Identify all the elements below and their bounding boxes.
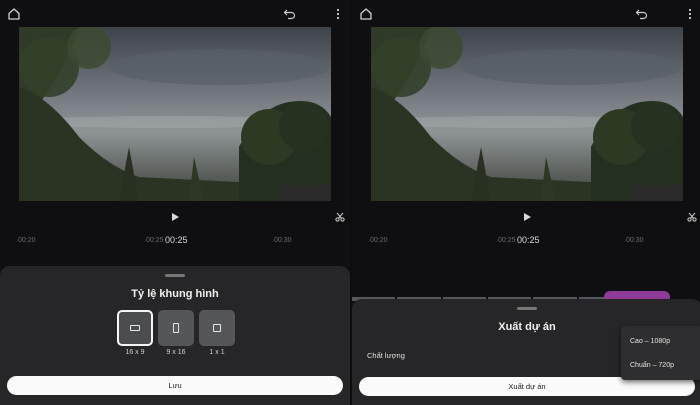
timeline[interactable]: 00:20 00:25 00:25 00:30	[352, 232, 700, 250]
current-time: 00:25	[517, 235, 540, 245]
top-bar	[0, 0, 350, 26]
quality-dropdown-menu: Cao – 1080p Chuẩn – 720p	[621, 326, 700, 380]
timeline-tick: 00:20	[370, 237, 388, 244]
play-icon[interactable]	[520, 210, 534, 224]
timeline[interactable]: 00:20 00:25 00:25 00:30	[0, 232, 350, 250]
home-icon[interactable]	[358, 6, 374, 22]
ratio-label: 9 x 16	[166, 349, 186, 356]
timeline-tick: 00:20	[18, 237, 36, 244]
square-ratio-icon	[213, 324, 221, 332]
quality-label: Chất lượng	[367, 351, 405, 360]
sheet-handle[interactable]	[517, 307, 537, 310]
quality-option-1080p[interactable]: Cao – 1080p	[630, 338, 670, 345]
landscape-ratio-icon	[130, 325, 140, 331]
portrait-ratio-icon	[173, 323, 179, 333]
aspect-ratio-screen: 00:20 00:25 00:25 00:30 Tỷ lệ khung hình…	[0, 0, 350, 405]
ratio-option-9x16[interactable]	[158, 310, 194, 346]
sheet-title: Tỷ lệ khung hình	[131, 288, 219, 300]
timeline-tick: 00:30	[274, 237, 292, 244]
sheet-handle[interactable]	[165, 274, 185, 277]
play-icon[interactable]	[168, 210, 182, 224]
video-preview[interactable]	[371, 27, 683, 201]
timeline-tick: 00:30	[626, 237, 644, 244]
scissors-icon[interactable]	[686, 211, 698, 223]
timeline-tick: 00:25	[146, 237, 164, 244]
current-time: 00:25	[165, 235, 188, 245]
quality-option-720p[interactable]: Chuẩn – 720p	[630, 362, 674, 369]
undo-icon[interactable]	[282, 6, 298, 22]
home-icon[interactable]	[6, 6, 22, 22]
ratio-label: 1 x 1	[209, 349, 225, 356]
ratio-option-1x1[interactable]	[199, 310, 235, 346]
top-bar	[352, 0, 700, 26]
more-vertical-icon[interactable]	[332, 6, 344, 22]
ratio-label: 16 x 9	[125, 349, 145, 356]
scissors-icon[interactable]	[334, 211, 346, 223]
timeline-tick: 00:25	[498, 237, 516, 244]
undo-icon[interactable]	[634, 6, 650, 22]
video-preview[interactable]	[19, 27, 331, 201]
save-button[interactable]: Lưu	[7, 376, 343, 395]
export-screen: 00:20 00:25 00:25 00:30 Xuất dự án Chất …	[352, 0, 700, 405]
ratio-option-16x9[interactable]	[117, 310, 153, 346]
more-vertical-icon[interactable]	[684, 6, 696, 22]
